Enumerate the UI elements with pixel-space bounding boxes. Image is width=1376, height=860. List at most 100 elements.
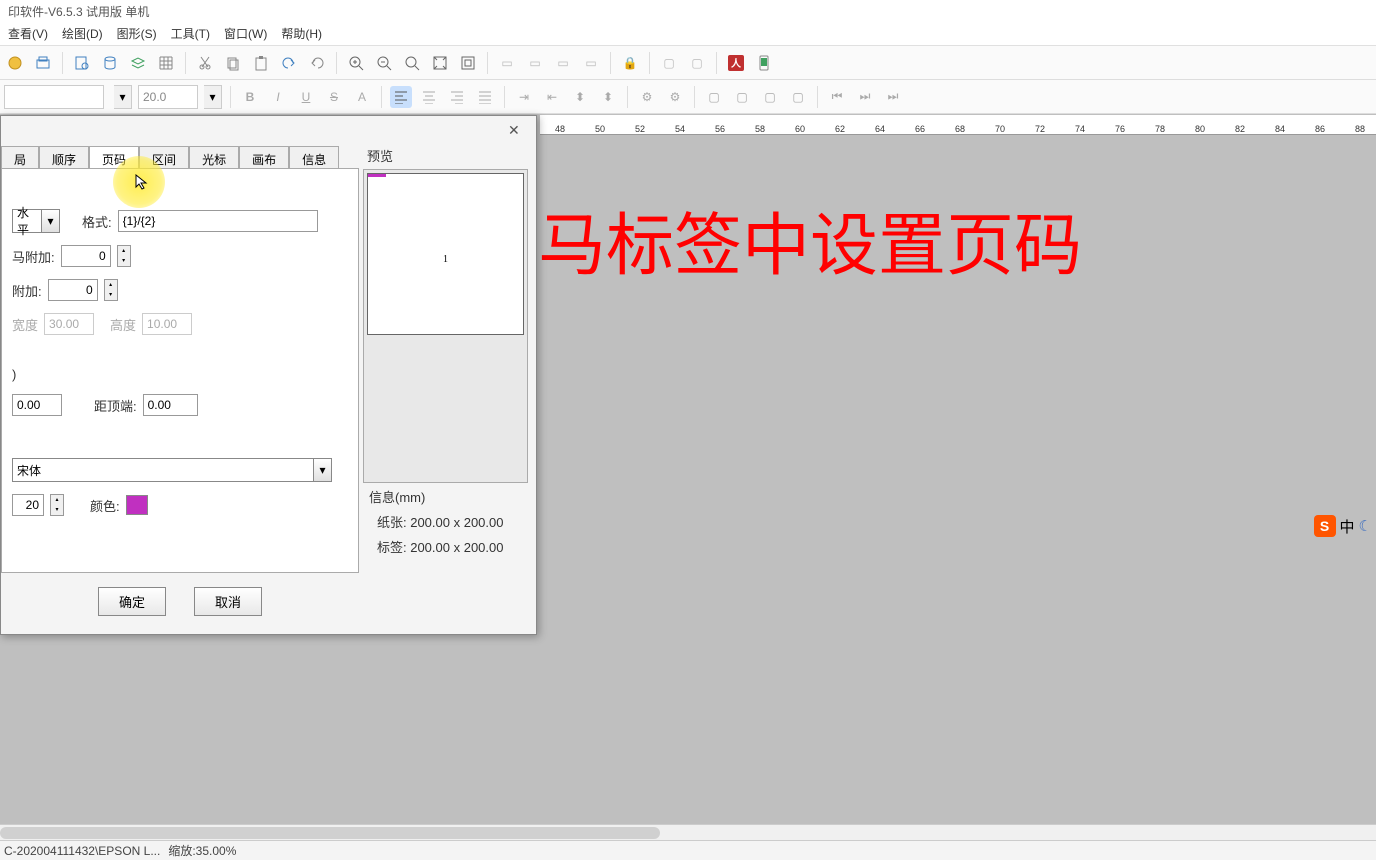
zoom-out-icon[interactable] [373,52,395,74]
lock-icon[interactable]: 🔒 [619,52,641,74]
info-paper: 纸张: 200.00 x 200.00 [363,509,533,534]
ime-moon-icon[interactable]: ☾ [1359,517,1372,535]
textcolor-icon[interactable]: A [351,86,373,108]
fontsize-dropdown-icon[interactable]: ▾ [204,85,222,109]
offset2-input[interactable] [48,279,98,301]
close-icon[interactable]: ✕ [508,122,526,140]
object2-icon[interactable]: ▢ [686,52,708,74]
dialog-buttons: 确定 取消 [1,587,359,616]
paste-icon[interactable] [250,52,272,74]
ruler-tick: 82 [1220,124,1260,134]
menu-window[interactable]: 窗口(W) [224,25,267,42]
spacing1-icon[interactable]: ⇥ [513,86,535,108]
bold-icon[interactable]: B [239,86,261,108]
format-toolbar: ▾ 20.0 ▾ B I U S A ⇥ ⇤ ⬍ ⬍ ⚙ ⚙ ▢ ▢ ▢ ▢ ⏮… [0,80,1376,114]
cut-icon[interactable] [194,52,216,74]
title-bar: 印软件-V6.5.3 试用版 单机 [0,0,1376,22]
zoom-in-icon[interactable] [345,52,367,74]
offset2-label: 附加: [12,281,42,300]
align-center-icon[interactable] [418,86,440,108]
fontsize-spinner[interactable]: ▴▾ [50,494,64,516]
pos2-input[interactable] [143,394,198,416]
new-icon[interactable] [4,52,26,74]
cancel-button[interactable]: 取消 [194,587,262,616]
spacing4-icon[interactable]: ⬍ [597,86,619,108]
fontsize-input[interactable] [12,494,44,516]
menu-view[interactable]: 查看(V) [8,25,48,42]
misc4-icon[interactable]: ▢ [787,86,809,108]
pdf-icon[interactable]: 人 [725,52,747,74]
scrollbar-thumb[interactable] [0,827,660,839]
fit-window-icon[interactable] [429,52,451,74]
fit-selection-icon[interactable] [457,52,479,74]
offset1-spinner[interactable]: ▴▾ [117,245,131,267]
redo-icon[interactable] [306,52,328,74]
svg-text:人: 人 [731,57,742,70]
chevron-down-icon[interactable]: ▾ [313,459,331,481]
fontsize-input[interactable]: 20.0 [138,85,198,109]
misc2-icon[interactable]: ▢ [731,86,753,108]
ruler-tick: 62 [820,124,860,134]
align-icon[interactable]: ▭ [552,52,574,74]
spacing2-icon[interactable]: ⇤ [541,86,563,108]
ruler-tick: 86 [1300,124,1340,134]
color-swatch[interactable] [126,495,148,515]
ruler-tick: 84 [1260,124,1300,134]
info-panel: 信息(mm) 纸张: 200.00 x 200.00 标签: 200.00 x … [363,484,533,559]
ok-button[interactable]: 确定 [98,587,166,616]
misc1-icon[interactable]: ▢ [703,86,725,108]
database-icon[interactable] [99,52,121,74]
grid-icon[interactable] [155,52,177,74]
underline-icon[interactable]: U [295,86,317,108]
format-input[interactable] [118,210,318,232]
nav-next-icon[interactable]: ⏭ [854,86,876,108]
horizontal-scrollbar[interactable] [0,824,1376,840]
menu-draw[interactable]: 绘图(D) [62,25,103,42]
ruler-tick: 48 [540,124,580,134]
menu-shape[interactable]: 图形(S) [117,25,157,42]
paren-label: ) [12,367,16,382]
preview-icon[interactable] [71,52,93,74]
object1-icon[interactable]: ▢ [658,52,680,74]
spacing3-icon[interactable]: ⬍ [569,86,591,108]
menu-tools[interactable]: 工具(T) [171,25,210,42]
nav-prev-icon[interactable]: ⏮ [826,86,848,108]
copy-icon[interactable] [222,52,244,74]
distribute-icon[interactable]: ▭ [580,52,602,74]
ime-logo-icon[interactable]: S [1314,515,1336,537]
font-dropdown-icon[interactable]: ▾ [114,85,132,109]
pos1-input[interactable] [12,394,62,416]
group-icon[interactable]: ▭ [496,52,518,74]
menu-help[interactable]: 帮助(H) [281,25,322,42]
align-justify-icon[interactable] [474,86,496,108]
preview-marker [368,174,386,177]
ruler-tick: 60 [780,124,820,134]
adjust2-icon[interactable]: ⚙ [664,86,686,108]
print-icon[interactable] [32,52,54,74]
chevron-down-icon[interactable]: ▾ [41,210,59,232]
ime-lang[interactable]: 中 [1340,516,1355,537]
align-left-icon[interactable] [390,86,412,108]
page-setup-dialog: ✕ 局 顺序 页码 区间 光标 画布 信息 水平 ▾ 格式: 马附加: [0,115,537,635]
misc3-icon[interactable]: ▢ [759,86,781,108]
align-right-icon[interactable] [446,86,468,108]
strike-icon[interactable]: S [323,86,345,108]
width-label: 宽度 [12,315,38,334]
zoom-fit-icon[interactable] [401,52,423,74]
layers-icon[interactable] [127,52,149,74]
offset1-input[interactable] [61,245,111,267]
italic-icon[interactable]: I [267,86,289,108]
offset2-spinner[interactable]: ▴▾ [104,279,118,301]
ruler-tick: 72 [1020,124,1060,134]
font-select[interactable] [4,85,104,109]
device-icon[interactable] [753,52,775,74]
font-family-select[interactable]: 宋体 ▾ [12,458,332,482]
ungroup-icon[interactable]: ▭ [524,52,546,74]
orientation-select[interactable]: 水平 ▾ [12,209,60,233]
ruler-tick: 66 [900,124,940,134]
adjust1-icon[interactable]: ⚙ [636,86,658,108]
canvas-area: 4850525456586062646668707274767880828486… [0,115,1376,830]
nav-end-icon[interactable]: ⏭ [882,86,904,108]
undo-icon[interactable] [278,52,300,74]
ruler-tick: 58 [740,124,780,134]
